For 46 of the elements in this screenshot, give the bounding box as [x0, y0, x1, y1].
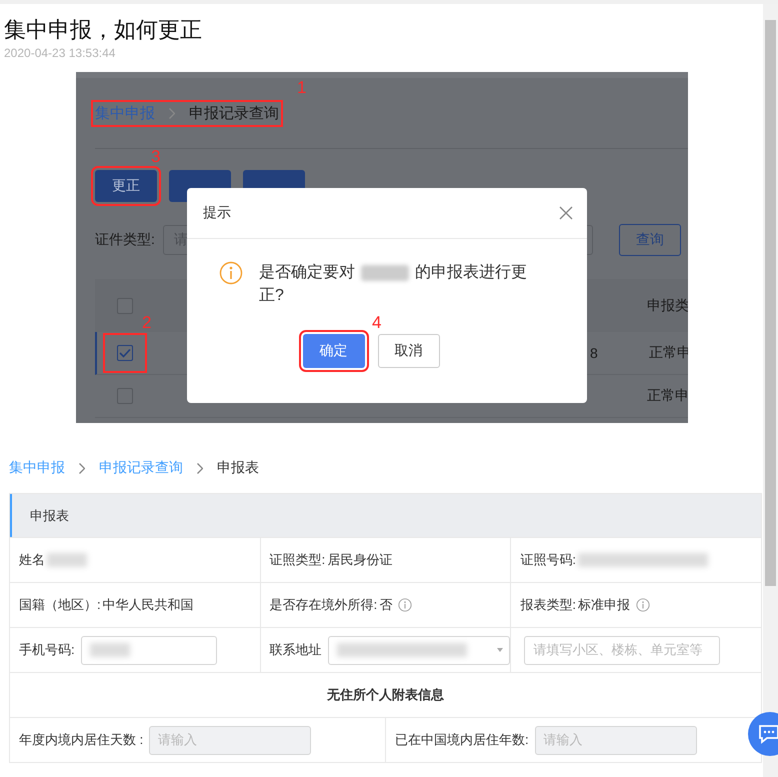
filter-label: 证件类型: — [95, 231, 155, 249]
dialog-message: 是否确定要对 的申报表进行更正? — [259, 262, 528, 306]
field-label: 联系地址 — [270, 641, 322, 659]
table-cell: 8 — [590, 345, 598, 361]
field-label: 证照类型: — [270, 551, 326, 569]
field-label: 手机号码: — [19, 641, 75, 659]
field-label: 年度内境内居住天数 : — [19, 731, 144, 749]
field-value: 中华人民共和国 — [102, 596, 194, 614]
chat-icon — [758, 724, 778, 744]
table-cell: 正常申 — [647, 387, 688, 405]
input-field[interactable] — [80, 636, 217, 664]
field-value: 标准申报 — [578, 596, 630, 614]
query-button[interactable]: 查询 — [618, 224, 681, 256]
field-label: 证照号码: — [520, 551, 576, 569]
annotation-number: 2 — [142, 313, 152, 333]
annotation-number: 3 — [151, 147, 160, 167]
field-value: 否 — [379, 596, 392, 614]
close-icon[interactable] — [559, 206, 573, 220]
info-icon — [219, 261, 243, 285]
toolbar-button[interactable]: 更正 — [95, 170, 157, 202]
field-label: 报表类型: — [520, 596, 576, 614]
annotation-number: 4 — [372, 313, 382, 333]
breadcrumb-current: 申报记录查询 — [189, 104, 279, 122]
input-field[interactable]: 请填写小区、楼栋、单元室等 — [524, 636, 720, 664]
chevron-icon — [197, 462, 203, 474]
breadcrumb-link[interactable]: 申报记录查询 — [99, 459, 183, 477]
dialog-title: 提示 — [203, 204, 231, 222]
checkbox[interactable] — [117, 345, 133, 361]
section-header: 申报表 — [10, 494, 761, 537]
article-date: 2020-04-23 13:53:44 — [4, 46, 116, 60]
annotation-number: 1 — [297, 78, 306, 98]
scrollbar[interactable] — [763, 4, 778, 777]
article-title: 集中申报，如何更正 — [4, 16, 203, 44]
breadcrumb-link[interactable]: 集中申报 — [9, 459, 65, 477]
field-label: 是否存在境外所得: — [270, 596, 378, 614]
breadcrumb-current: 申报表 — [217, 459, 259, 477]
field-label: 国籍（地区）: — [19, 596, 101, 614]
field-label: 已在中国境内居住年数: — [395, 731, 529, 749]
field-label: 姓名 — [19, 551, 45, 569]
confirm-button[interactable]: 确定 — [302, 334, 364, 368]
section-heading: 无住所个人附表信息 — [326, 686, 445, 704]
chevron-icon — [169, 108, 175, 118]
chevron-icon — [79, 462, 85, 474]
cancel-button[interactable]: 取消 — [378, 334, 440, 368]
field-value: 居民身份证 — [327, 551, 392, 569]
caret-icon — [497, 648, 504, 652]
